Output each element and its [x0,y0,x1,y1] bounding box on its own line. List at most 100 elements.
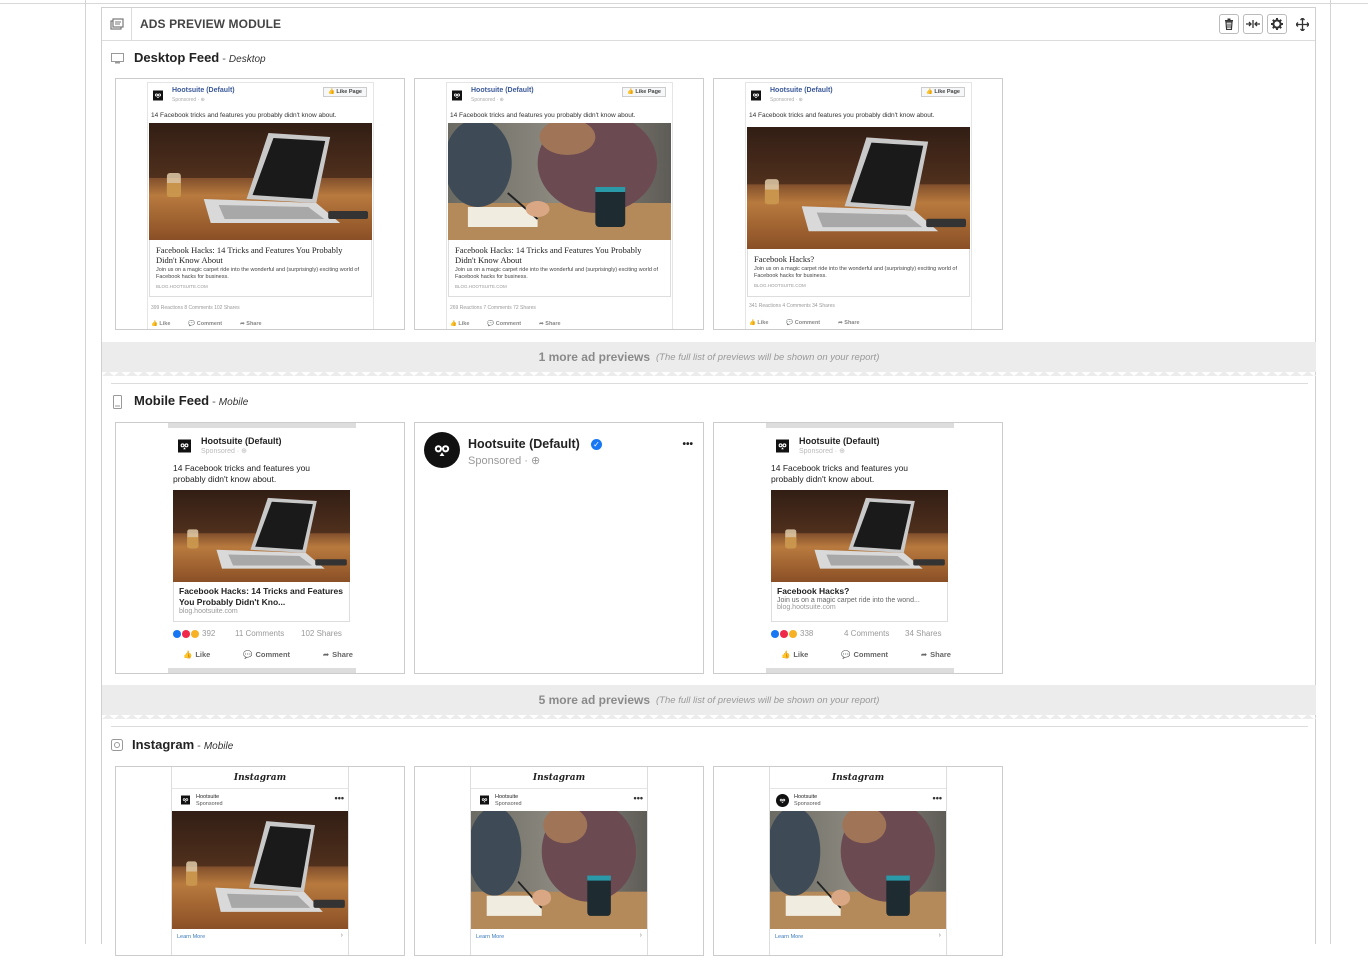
like-page-button[interactable]: 👍 Like Page [920,87,965,97]
desktop-ad-preview[interactable]: Hootsuite (Default) Sponsored · ⊕ 👍 Like P… [115,78,405,330]
settings-button[interactable] [1267,14,1287,34]
hootsuite-avatar [424,432,460,468]
mobile-more-previews: 5 more ad previews (The full list of prev… [102,685,1316,719]
engagement-stats: 269 Reactions 7 Comments 72 Shares [450,305,536,311]
link-preview[interactable]: Facebook Hacks? Join us on a magic carpet… [771,582,948,622]
engagement-stats: 338 4 Comments 34 Shares [771,629,948,638]
chevron-right-icon: › [639,932,642,939]
sponsored-label: Sponsored · ⊕ [799,448,845,455]
laptop-image [747,127,970,249]
engagement-stats: 399 Reactions 8 Comments 102 Shares [151,305,240,311]
link-description: Join us on a magic carpet ride into the … [777,597,920,604]
like-icon: 👍 [183,650,193,659]
like-label: Like [793,650,809,659]
learn-more-bar[interactable]: Learn More › [172,931,348,945]
owl-icon [430,438,454,462]
link-description: Join us on a magic carpet ride into the … [156,267,359,280]
more-options-icon[interactable]: ••• [682,439,693,450]
like-page-button[interactable]: 👍 Like Page [322,87,367,97]
comment-button[interactable]: 💬 Comment [841,650,888,659]
collapse-arrows-icon [1246,20,1260,28]
hootsuite-avatar-icon [480,795,489,805]
mobile-ad-preview[interactable]: Hootsuite (Default) Sponsored · ⊕ 14 Faceb… [713,422,1003,674]
page-border-right [1330,0,1331,944]
delete-button[interactable] [1219,14,1239,34]
more-options-icon[interactable]: ••• [634,793,643,803]
instagram-post: Instagram Hootsuite Sponsored ••• Learn More… [769,767,947,955]
move-button[interactable] [1292,14,1312,34]
instagram-ad-preview[interactable]: Instagram Hootsuite Sponsored ••• Learn More… [115,766,405,956]
mobile-ad-preview[interactable]: Hootsuite (Default) Sponsored · ⊕ 14 Faceb… [115,422,405,674]
hootsuite-avatar-icon [751,90,761,101]
instagram-post: Instagram Hootsuite Sponsored ••• Learn More… [470,767,648,955]
sponsored-label: Sponsored [794,801,821,807]
comment-button[interactable]: 💬 Comment [786,320,820,326]
link-preview[interactable]: Facebook Hacks: 14 Tricks and Features Y… [448,240,671,297]
share-button[interactable]: ➦ Share [539,321,560,327]
share-icon: ➦ [322,650,330,659]
zigzag-bottom [102,714,1316,719]
gear-icon [1271,18,1283,30]
learn-more-bar[interactable]: Learn More › [471,931,647,945]
link-title: Facebook Hacks? [754,254,815,264]
link-description: Join us on a magic carpet ride into the … [754,266,957,279]
share-button[interactable]: ➦ Share [240,321,261,327]
section-divider [111,383,1308,384]
haha-reaction-icon [789,629,797,638]
sponsored-label: Sponsored [495,801,522,807]
love-reaction-icon [182,629,190,638]
collapse-button[interactable] [1243,14,1263,34]
learn-more-bar[interactable]: Learn More › [770,931,946,945]
ads-preview-module: ADS PREVIEW MODULE Desktop Feed - Desktop … [101,7,1316,956]
post-text: 14 Facebook tricks and features you prob… [771,463,909,484]
like-button[interactable]: 👍 Like [151,321,170,327]
desktop-ad-preview[interactable]: Hootsuite (Default) Sponsored · ⊕ 👍 Like P… [414,78,704,330]
mobile-ad-preview[interactable]: Hootsuite (Default) ✓ Sponsored · ⊕ ••• [414,422,704,674]
action-bar: 👍 Like 💬 Comment ➦ Share [151,321,280,327]
like-button[interactable]: 👍 Like [450,321,469,327]
post-text: 14 Facebook tricks and features you prob… [173,463,311,484]
hootsuite-avatar [776,794,789,807]
link-preview[interactable]: Facebook Hacks? Join us on a magic carpet… [747,249,970,297]
share-button[interactable]: ➦ Share [323,650,353,659]
action-bar: 👍 Like 💬 Comment ➦ Share [749,320,878,326]
chevron-right-icon: › [938,932,941,939]
comment-button[interactable]: 💬 Comment [243,650,290,659]
action-bar: 👍 Like 💬 Comment ➦ Share [450,321,579,327]
link-preview[interactable]: Facebook Hacks: 14 Tricks and Features Y… [149,240,372,297]
share-count: 34 Shares [905,629,942,638]
instagram-ad-preview[interactable]: Instagram Hootsuite Sponsored ••• Learn More… [414,766,704,956]
desktop-more-previews: 1 more ad previews (The full list of prev… [102,342,1316,376]
haha-reaction-icon [191,629,199,638]
hootsuite-avatar-icon [452,90,462,101]
instagram-title: Instagram - Mobile [132,737,234,752]
like-button[interactable]: 👍 Like [749,320,768,326]
laptop-image [173,490,350,582]
like-icon: 👍 [781,650,791,659]
share-button[interactable]: ➦ Share [921,650,951,659]
comment-button[interactable]: 💬 Comment [188,321,222,327]
share-button[interactable]: ➦ Share [838,320,859,326]
learn-more-link: Learn More [177,934,206,940]
link-preview[interactable]: Facebook Hacks: 14 Tricks and Features Y… [173,582,350,622]
section-divider [111,726,1308,727]
comment-button[interactable]: 💬 Comment [487,321,521,327]
like-button[interactable]: 👍 Like [183,650,210,659]
laptop-image [771,490,948,582]
people-image [770,811,946,929]
post-text: 14 Facebook tricks and features you prob… [749,112,935,119]
instagram-ad-preview[interactable]: Instagram Hootsuite Sponsored ••• Learn More… [713,766,1003,956]
chevron-right-icon: › [340,932,343,939]
more-options-icon[interactable]: ••• [335,793,344,803]
hootsuite-avatar-icon [153,90,163,101]
bottom-bar [168,668,356,673]
page-name: Hootsuite (Default) [471,87,534,94]
instagram-logo: Instagram [471,767,647,789]
like-button[interactable]: 👍 Like [781,650,808,659]
like-page-button[interactable]: 👍 Like Page [621,87,666,97]
laptop-image [149,123,372,240]
more-note: (The full list of previews will be shown… [656,351,880,363]
more-options-icon[interactable]: ••• [933,793,942,803]
people-image [448,123,671,240]
desktop-ad-preview[interactable]: Hootsuite (Default) Sponsored · ⊕ 👍 Like P… [713,78,1003,330]
